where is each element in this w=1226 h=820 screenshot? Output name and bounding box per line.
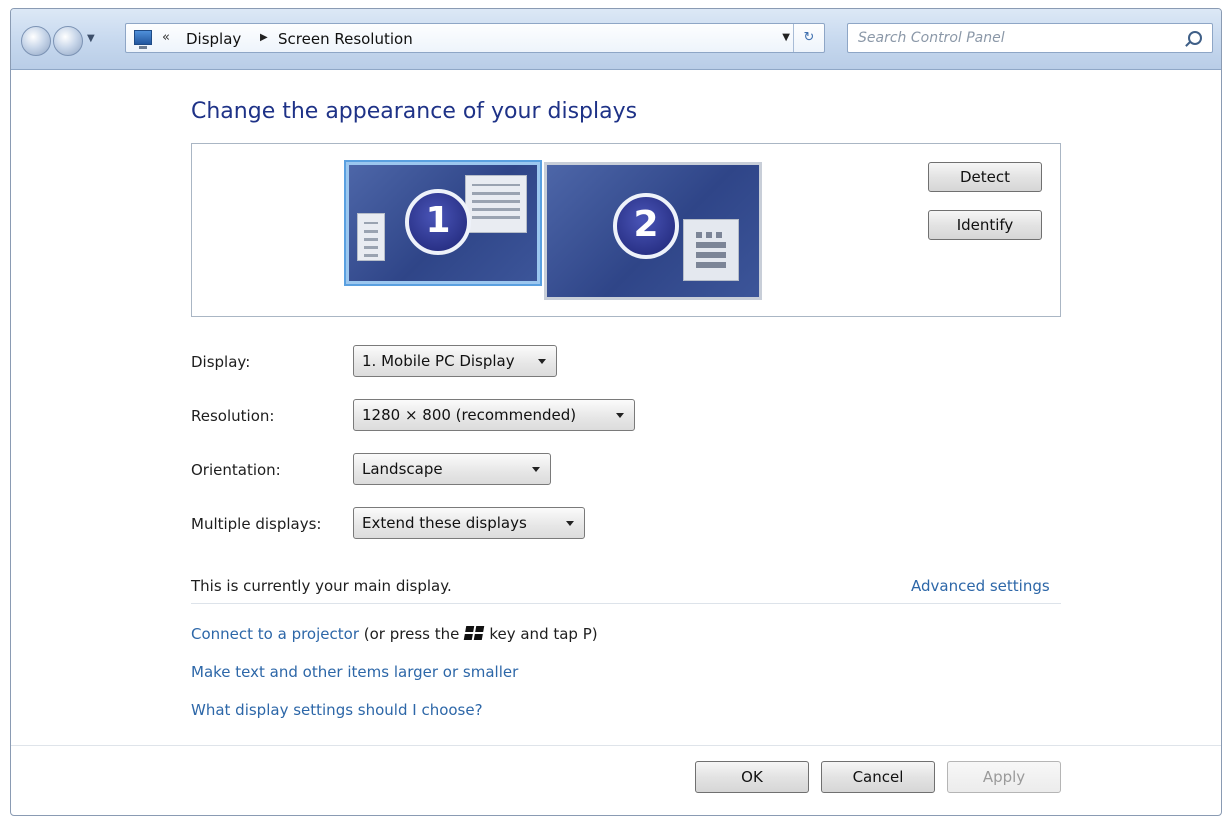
navigation-bar: ▼ « Display ▶ Screen Resolution ▼ ↻ Sear… — [11, 9, 1221, 70]
footer-divider — [11, 745, 1221, 746]
resolution-select-value: 1280 × 800 (recommended) — [362, 406, 577, 424]
advanced-settings-link[interactable]: Advanced settings — [911, 577, 1050, 595]
refresh-icon[interactable]: ↻ — [793, 24, 824, 52]
page-title: Change the appearance of your displays — [191, 99, 638, 124]
orientation-select[interactable]: Landscape — [353, 453, 551, 485]
recent-pages-dropdown-icon[interactable]: ▼ — [87, 33, 95, 44]
multiple-displays-select[interactable]: Extend these displays — [353, 507, 585, 539]
orientation-label: Orientation: — [191, 461, 281, 479]
chevron-down-icon — [566, 521, 574, 526]
projector-row: Connect to a projector (or press the key … — [191, 625, 598, 643]
display-select-value: 1. Mobile PC Display — [362, 352, 515, 370]
connect-projector-link[interactable]: Connect to a projector — [191, 625, 359, 643]
search-placeholder: Search Control Panel — [858, 30, 1005, 46]
breadcrumb-display[interactable]: Display — [186, 30, 241, 48]
windows-key-icon — [464, 626, 485, 640]
display-label: Display: — [191, 353, 251, 371]
chevron-down-icon — [616, 413, 624, 418]
display-help-link[interactable]: What display settings should I choose? — [191, 701, 483, 719]
display-select[interactable]: 1. Mobile PC Display — [353, 345, 557, 377]
breadcrumb-screen-resolution[interactable]: Screen Resolution — [278, 30, 413, 48]
apply-button[interactable]: Apply — [947, 761, 1061, 793]
forward-button[interactable] — [53, 26, 83, 56]
monitor-number-badge: 1 — [405, 189, 471, 255]
resolution-label: Resolution: — [191, 407, 275, 425]
projector-hint-before: (or press the — [363, 625, 460, 643]
detect-button[interactable]: Detect — [928, 162, 1042, 192]
window-thumbnail-icon — [465, 175, 527, 233]
identify-button[interactable]: Identify — [928, 210, 1042, 240]
breadcrumb-overflow-icon[interactable]: « — [162, 30, 170, 45]
address-bar[interactable]: « Display ▶ Screen Resolution ▼ ↻ — [125, 23, 825, 53]
ok-button[interactable]: OK — [695, 761, 809, 793]
monitor-2[interactable]: 2 — [544, 162, 762, 300]
control-panel-icon — [134, 30, 152, 49]
window-thumbnail-icon — [357, 213, 385, 261]
multiple-displays-select-value: Extend these displays — [362, 514, 527, 532]
multiple-displays-label: Multiple displays: — [191, 515, 322, 533]
orientation-select-value: Landscape — [362, 460, 443, 478]
text-size-link[interactable]: Make text and other items larger or smal… — [191, 663, 518, 681]
search-input[interactable]: Search Control Panel — [847, 23, 1213, 53]
address-dropdown-icon[interactable]: ▼ — [782, 32, 790, 43]
cancel-button[interactable]: Cancel — [821, 761, 935, 793]
chevron-down-icon — [532, 467, 540, 472]
search-icon[interactable] — [1188, 31, 1202, 45]
projector-hint-after: key and tap P) — [489, 625, 598, 643]
resolution-select[interactable]: 1280 × 800 (recommended) — [353, 399, 635, 431]
main-display-status: This is currently your main display. — [191, 577, 452, 595]
divider — [191, 603, 1061, 604]
breadcrumb-separator-icon[interactable]: ▶ — [260, 32, 268, 43]
chevron-down-icon — [538, 359, 546, 364]
monitor-number-badge: 2 — [613, 193, 679, 259]
calculator-thumbnail-icon — [683, 219, 739, 281]
display-preview: 1 2 Detect Identify — [191, 143, 1061, 317]
back-button[interactable] — [21, 26, 51, 56]
monitor-1[interactable]: 1 — [346, 162, 540, 284]
screen-resolution-window: ▼ « Display ▶ Screen Resolution ▼ ↻ Sear… — [10, 8, 1222, 816]
